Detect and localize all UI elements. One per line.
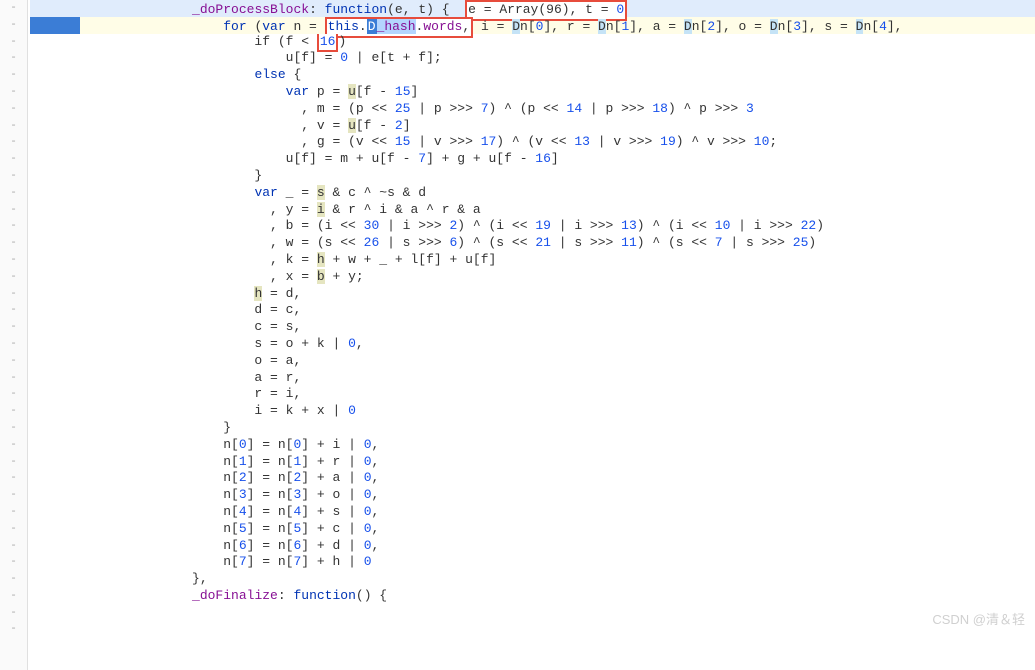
code-line: var _ = s & c ^ ~s & d [30, 185, 1035, 202]
gutter-marker: - [0, 521, 27, 538]
gutter-marker: - [0, 17, 27, 34]
gutter-marker: - [0, 302, 27, 319]
code-line: a = r, [30, 370, 1035, 387]
code-line: n[1] = n[1] + r | 0, [30, 454, 1035, 471]
code-line: r = i, [30, 386, 1035, 403]
code-line: , x = b + y; [30, 269, 1035, 286]
gutter-marker: - [0, 370, 27, 387]
code-editor: -------------------------------------- _… [0, 0, 1035, 605]
gutter-marker: - [0, 286, 27, 303]
code-line: _doFinalize: function() { [30, 588, 1035, 605]
gutter-marker: - [0, 454, 27, 471]
code-line: h = d, [30, 286, 1035, 303]
watermark: CSDN @清＆轻 [932, 611, 1025, 629]
code-line: o = a, [30, 353, 1035, 370]
gutter-marker: - [0, 571, 27, 588]
gutter-marker: - [0, 252, 27, 269]
code-line: _doProcessBlock: function(e, t) { e = Ar… [30, 0, 1035, 17]
code-line: u[f] = m + u[f - 7] + g + u[f - 16] [30, 151, 1035, 168]
code-line: s = o + k | 0, [30, 336, 1035, 353]
gutter-marker: - [0, 504, 27, 521]
code-line: i = k + x | 0 [30, 403, 1035, 420]
highlight-box-selection: this.D_hash.words, [325, 17, 474, 38]
code-line: n[2] = n[2] + a | 0, [30, 470, 1035, 487]
gutter-marker: - [0, 67, 27, 84]
gutter-marker: - [0, 235, 27, 252]
code-line: n[4] = n[4] + s | 0, [30, 504, 1035, 521]
code-line: , m = (p << 25 | p >>> 7) ^ (p << 14 | p… [30, 101, 1035, 118]
gutter-marker: - [0, 218, 27, 235]
gutter-marker: - [0, 538, 27, 555]
code-line-active: for (var n = this.D_hash.words, i = Dn[0… [30, 17, 1035, 34]
code-line: , b = (i << 30 | i >>> 2) ^ (i << 19 | i… [30, 218, 1035, 235]
code-line: n[7] = n[7] + h | 0 [30, 554, 1035, 571]
gutter-marker: - [0, 84, 27, 101]
gutter-marker: - [0, 403, 27, 420]
code-line: n[0] = n[0] + i | 0, [30, 437, 1035, 454]
gutter-marker: - [0, 605, 27, 622]
code-line: n[5] = n[5] + c | 0, [30, 521, 1035, 538]
gutter-marker: - [0, 50, 27, 67]
code-line: var p = u[f - 15] [30, 84, 1035, 101]
gutter-marker: - [0, 134, 27, 151]
gutter-marker: - [0, 0, 27, 17]
code-line: if (f < 16) [30, 34, 1035, 51]
gutter-marker: - [0, 151, 27, 168]
cursor-icon: D [367, 19, 377, 34]
code-line: , w = (s << 26 | s >>> 6) ^ (s << 21 | s… [30, 235, 1035, 252]
code-line: , y = i & r ^ i & a ^ r & a [30, 202, 1035, 219]
code-line: u[f] = 0 | e[t + f]; [30, 50, 1035, 67]
code-line: else { [30, 67, 1035, 84]
gutter-marker: - [0, 118, 27, 135]
gutter-marker: - [0, 185, 27, 202]
gutter-marker: - [0, 168, 27, 185]
gutter-marker: - [0, 470, 27, 487]
gutter-marker: - [0, 319, 27, 336]
gutter-marker: - [0, 437, 27, 454]
gutter-marker: - [0, 621, 27, 638]
code-line: , g = (v << 15 | v >>> 17) ^ (v << 13 | … [30, 134, 1035, 151]
gutter-marker: - [0, 101, 27, 118]
code-line: } [30, 420, 1035, 437]
code-line: , k = h + w + _ + l[f] + u[f] [30, 252, 1035, 269]
code-line: n[6] = n[6] + d | 0, [30, 538, 1035, 555]
code-line: }, [30, 571, 1035, 588]
gutter-marker: - [0, 487, 27, 504]
gutter-marker: - [0, 34, 27, 51]
gutter-marker: - [0, 269, 27, 286]
code-line: , v = u[f - 2] [30, 118, 1035, 135]
gutter-marker: - [0, 386, 27, 403]
gutter-marker: - [0, 554, 27, 571]
code-line: c = s, [30, 319, 1035, 336]
gutter-marker: - [0, 353, 27, 370]
gutter: -------------------------------------- [0, 0, 28, 670]
gutter-marker: - [0, 420, 27, 437]
code-line: } [30, 168, 1035, 185]
gutter-marker: - [0, 588, 27, 605]
code-line: d = c, [30, 302, 1035, 319]
code-line: n[3] = n[3] + o | 0, [30, 487, 1035, 504]
gutter-marker: - [0, 336, 27, 353]
gutter-marker: - [0, 202, 27, 219]
